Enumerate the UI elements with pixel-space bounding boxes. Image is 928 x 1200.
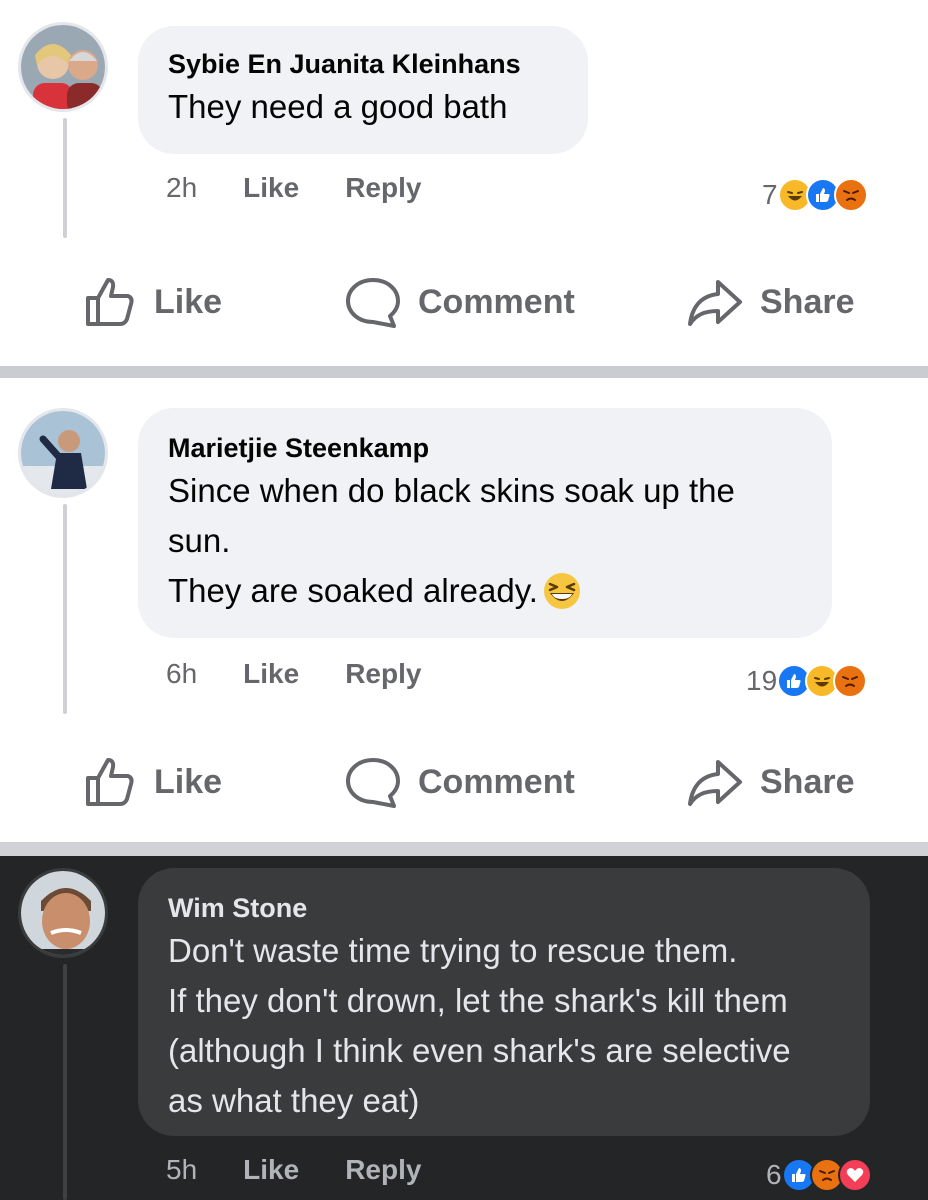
- avatar-photo-icon: [21, 411, 105, 495]
- comment-time[interactable]: 5h: [166, 1154, 197, 1186]
- comment-bubble: Sybie En Juanita Kleinhans They need a g…: [138, 26, 588, 154]
- comment-section-1: Sybie En Juanita Kleinhans They need a g…: [0, 0, 928, 366]
- reaction-summary[interactable]: 19: [746, 664, 868, 698]
- comment-text: sun.: [168, 522, 231, 559]
- share-arrow-icon: [688, 280, 742, 326]
- comment-text: (although I think even shark's are selec…: [168, 1032, 791, 1069]
- post-comment-button[interactable]: Comment: [344, 754, 575, 810]
- comment-time[interactable]: 6h: [166, 658, 197, 690]
- comment-reply-link[interactable]: Reply: [345, 1154, 421, 1186]
- comment-bubble: Marietjie Steenkamp Since when do black …: [138, 408, 832, 638]
- post-like-button[interactable]: Like: [82, 754, 222, 810]
- comment-like-link[interactable]: Like: [243, 172, 299, 204]
- comment-author[interactable]: Sybie En Juanita Kleinhans: [168, 46, 558, 82]
- reaction-count: 7: [762, 179, 778, 210]
- grinning-squinting-face-icon: [543, 573, 580, 609]
- avatar-photo-icon: [21, 25, 105, 109]
- comment-meta: 6h Like Reply: [166, 658, 467, 690]
- thread-line: [63, 504, 67, 714]
- comment-meta: 2h Like Reply: [166, 172, 467, 204]
- avatar[interactable]: [18, 868, 108, 958]
- comment-text: They are soaked already.: [168, 572, 538, 609]
- comment-text: as what they eat): [168, 1082, 420, 1119]
- thumbs-up-icon: [86, 278, 134, 326]
- comment-text: If they don't drown, let the shark's kil…: [168, 982, 788, 1019]
- comment-bubble: Wim Stone Don't waste time trying to res…: [138, 868, 870, 1136]
- post-share-button[interactable]: Share: [686, 754, 855, 810]
- comment-author[interactable]: Marietjie Steenkamp: [168, 430, 802, 466]
- avatar[interactable]: [18, 22, 108, 112]
- comment-reply-link[interactable]: Reply: [345, 172, 421, 204]
- post-comment-label: Comment: [418, 762, 575, 801]
- post-actions-bar: Like Comment Share: [0, 262, 928, 342]
- reaction-summary[interactable]: 7: [762, 178, 868, 212]
- comment-like-link[interactable]: Like: [243, 1154, 299, 1186]
- share-arrow-icon: [688, 760, 742, 806]
- comment-text-line: They are soaked already.: [168, 566, 802, 616]
- avatar[interactable]: [18, 408, 108, 498]
- love-reaction-icon: [837, 1158, 872, 1192]
- comment-text: Since when do black skins soak up the: [168, 472, 735, 509]
- post-share-label: Share: [760, 762, 855, 801]
- comment-author[interactable]: Wim Stone: [168, 890, 840, 926]
- angry-reaction-icon: [833, 178, 868, 212]
- post-share-button[interactable]: Share: [686, 274, 855, 330]
- thumbs-up-icon: [86, 758, 134, 806]
- post-actions-bar: Like Comment Share: [0, 742, 928, 822]
- post-comment-button[interactable]: Comment: [344, 274, 575, 330]
- comment-meta: 5h Like Reply: [166, 1154, 467, 1186]
- post-like-label: Like: [154, 762, 223, 801]
- comment-icon: [346, 278, 400, 328]
- post-divider: [0, 366, 928, 378]
- post-share-label: Share: [760, 282, 855, 321]
- post-divider: [0, 842, 928, 856]
- comment-time[interactable]: 2h: [166, 172, 197, 204]
- thread-line: [63, 964, 67, 1200]
- comment-section-2: Marietjie Steenkamp Since when do black …: [0, 378, 928, 842]
- reaction-count: 19: [746, 665, 778, 696]
- comment-section-3: Wim Stone Don't waste time trying to res…: [0, 856, 928, 1200]
- post-comment-label: Comment: [418, 282, 575, 321]
- comment-icon: [346, 758, 400, 808]
- reaction-summary[interactable]: 6: [766, 1158, 872, 1192]
- reaction-count: 6: [766, 1159, 782, 1190]
- post-like-label: Like: [154, 282, 223, 321]
- comment-reply-link[interactable]: Reply: [345, 658, 421, 690]
- angry-reaction-icon: [833, 664, 868, 698]
- comment-text: Don't waste time trying to rescue them.: [168, 932, 738, 969]
- comment-text: They need a good bath: [168, 88, 508, 125]
- post-like-button[interactable]: Like: [82, 274, 222, 330]
- avatar-photo-icon: [21, 871, 105, 955]
- thread-line: [63, 118, 67, 238]
- comment-like-link[interactable]: Like: [243, 658, 299, 690]
